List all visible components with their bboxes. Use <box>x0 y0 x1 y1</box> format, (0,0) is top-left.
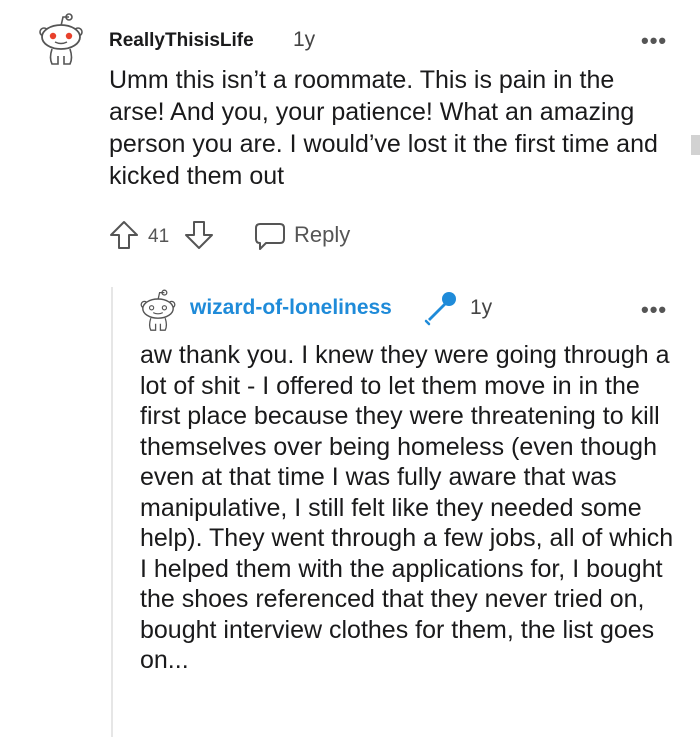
comment-more-options-button[interactable]: ••• <box>641 30 667 52</box>
reply-user-avatar[interactable] <box>138 288 178 334</box>
downvote-arrow-icon <box>185 221 213 249</box>
comment-age: 1y <box>293 28 316 51</box>
reply-body: aw thank you. I knew they were going thr… <box>140 341 674 674</box>
reply-button[interactable]: Reply <box>254 221 364 251</box>
thread-line[interactable] <box>111 287 113 737</box>
reply-age: 1y <box>470 296 493 319</box>
user-avatar[interactable] <box>36 12 86 68</box>
upvote-button[interactable] <box>108 220 140 250</box>
vote-count: 41 <box>148 226 170 247</box>
microphone-icon <box>424 292 456 326</box>
user-flair-badge <box>422 290 458 326</box>
reply-label: Reply <box>294 222 351 247</box>
reply-more-options-button[interactable]: ••• <box>641 299 667 321</box>
chat-bubble-icon <box>255 223 285 250</box>
comment-username[interactable]: ReallyThisisLife <box>109 30 254 52</box>
comment-body: Umm this isn’t a roommate. This is pain … <box>109 66 658 190</box>
downvote-button[interactable] <box>183 220 215 250</box>
snoo-avatar-icon <box>140 289 176 331</box>
scrollbar-thumb[interactable] <box>691 135 700 155</box>
upvote-arrow-icon <box>110 221 138 249</box>
snoo-avatar-icon <box>39 13 83 65</box>
reply-username[interactable]: wizard-of-loneliness <box>190 296 392 320</box>
